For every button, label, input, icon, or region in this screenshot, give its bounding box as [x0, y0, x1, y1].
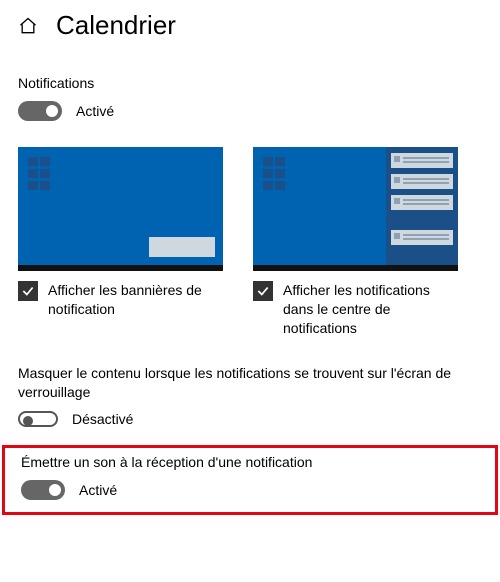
- notifications-toggle[interactable]: [18, 101, 62, 121]
- page-title: Calendrier: [56, 10, 176, 41]
- notifications-toggle-state: Activé: [76, 103, 114, 119]
- hide-content-toggle[interactable]: [18, 411, 58, 427]
- center-checkbox[interactable]: [253, 281, 273, 301]
- sound-setting-highlight: Émettre un son à la réception d'une noti…: [2, 445, 498, 515]
- sound-toggle[interactable]: [21, 480, 65, 500]
- notifications-section-label: Notifications: [18, 75, 482, 91]
- center-checkbox-label: Afficher les notifications dans le centr…: [283, 281, 458, 338]
- hide-content-toggle-state: Désactivé: [72, 411, 133, 427]
- center-preview: [253, 147, 458, 271]
- banner-preview: [18, 147, 223, 271]
- banner-checkbox[interactable]: [18, 281, 38, 301]
- hide-content-description: Masquer le contenu lorsque les notificat…: [18, 364, 482, 402]
- banner-checkbox-label: Afficher les bannières de notification: [48, 281, 223, 319]
- sound-toggle-state: Activé: [79, 482, 117, 498]
- sound-setting-title: Émettre un son à la réception d'une noti…: [21, 454, 479, 470]
- home-icon[interactable]: [18, 16, 38, 36]
